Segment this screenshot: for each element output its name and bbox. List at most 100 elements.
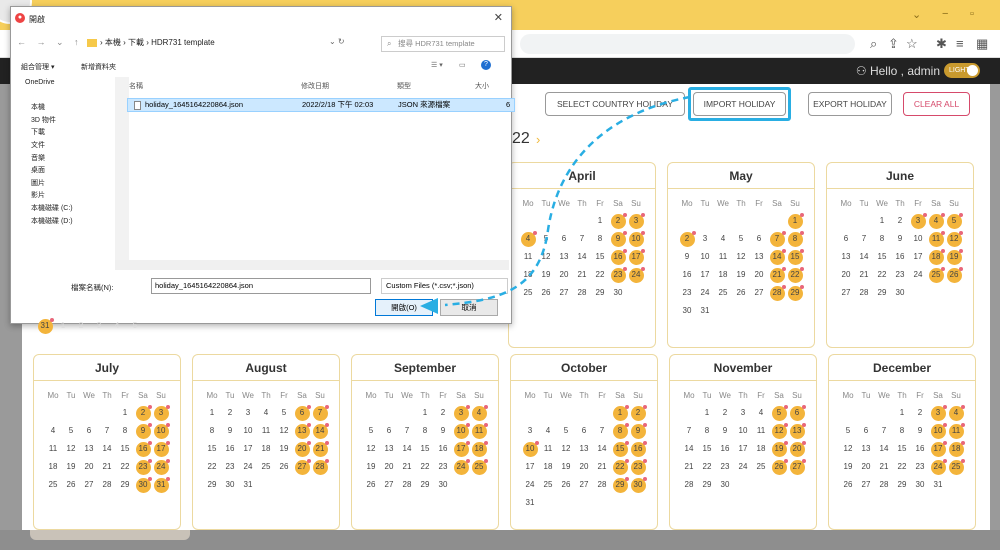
day[interactable]: 30 [678, 303, 696, 319]
day[interactable]: 26 [557, 477, 575, 493]
holiday-day[interactable]: 18 [927, 249, 945, 265]
day[interactable]: 19 [839, 459, 857, 475]
day[interactable]: 8 [873, 231, 891, 247]
nav-item[interactable]: 音樂 [11, 153, 115, 166]
day[interactable]: 19 [362, 459, 380, 475]
day[interactable]: 18 [752, 441, 770, 457]
day[interactable]: 4 [44, 423, 62, 439]
holiday-day[interactable]: 25 [470, 459, 488, 475]
day[interactable]: 17 [239, 441, 257, 457]
day[interactable]: 10 [239, 423, 257, 439]
holiday-day[interactable]: 10 [452, 423, 470, 439]
day[interactable]: 3 [239, 405, 257, 421]
day[interactable]: 5 [537, 231, 555, 247]
day[interactable]: 20 [837, 267, 855, 283]
day[interactable]: 12 [732, 249, 750, 265]
clear-all-button[interactable]: CLEAR ALL [903, 92, 970, 116]
day[interactable]: 13 [837, 249, 855, 265]
day[interactable]: 15 [416, 441, 434, 457]
day[interactable]: 21 [398, 459, 416, 475]
day[interactable]: 20 [575, 459, 593, 475]
day[interactable]: 12 [275, 423, 293, 439]
day[interactable]: 27 [380, 477, 398, 493]
holiday-day[interactable]: 10 [929, 423, 947, 439]
holiday-day[interactable]: 26 [770, 459, 788, 475]
holiday-day[interactable]: 13 [293, 423, 311, 439]
day[interactable]: 27 [857, 477, 875, 493]
day[interactable]: 6 [837, 231, 855, 247]
day[interactable]: 4 [257, 405, 275, 421]
day[interactable]: 21 [98, 459, 116, 475]
holiday-day[interactable]: 16 [134, 441, 152, 457]
day[interactable]: 16 [434, 441, 452, 457]
day[interactable]: 6 [380, 423, 398, 439]
day[interactable]: 29 [873, 285, 891, 301]
open-button[interactable]: 開啟(O) [375, 299, 433, 316]
day[interactable]: 13 [555, 249, 573, 265]
export-holiday-button[interactable]: EXPORT HOLIDAY [808, 92, 892, 116]
day[interactable]: 22 [116, 459, 134, 475]
day[interactable]: 29 [416, 477, 434, 493]
minimize-icon[interactable]: − [942, 8, 948, 20]
holiday-day[interactable]: 2 [134, 405, 152, 421]
holiday-day[interactable]: 9 [629, 423, 647, 439]
day[interactable]: 22 [893, 459, 911, 475]
day[interactable]: 13 [80, 441, 98, 457]
nav-item[interactable]: OneDrive [11, 77, 115, 90]
day[interactable]: 17 [521, 459, 539, 475]
day[interactable]: 11 [257, 423, 275, 439]
day[interactable]: 27 [750, 285, 768, 301]
search-input[interactable]: 搜尋 HDR731 template [381, 36, 505, 52]
holiday-day[interactable]: 22 [786, 267, 804, 283]
day[interactable]: 22 [591, 267, 609, 283]
day[interactable]: 7 [573, 231, 591, 247]
day[interactable]: 25 [752, 459, 770, 475]
day[interactable]: 28 [573, 285, 591, 301]
holiday-day[interactable]: 1 [786, 213, 804, 229]
breadcrumb[interactable]: › 本機 › 下載 › HDR731 template [87, 37, 215, 48]
holiday-day[interactable]: 4 [470, 405, 488, 421]
col-type[interactable]: 類型 [397, 81, 411, 91]
holiday-day[interactable]: 28 [311, 459, 329, 475]
day[interactable]: 23 [434, 459, 452, 475]
day[interactable]: 7 [875, 423, 893, 439]
holiday-day[interactable]: 15 [786, 249, 804, 265]
day[interactable]: 29 [116, 477, 134, 493]
day[interactable]: 12 [62, 441, 80, 457]
day[interactable]: 19 [557, 459, 575, 475]
holiday-day[interactable]: 17 [627, 249, 645, 265]
day[interactable]: 20 [380, 459, 398, 475]
holiday-day[interactable]: 24 [929, 459, 947, 475]
fold-icon[interactable]: ⌄ [912, 8, 921, 21]
cancel-button[interactable]: 取消 [440, 299, 498, 316]
holiday-day[interactable]: 27 [788, 459, 806, 475]
day[interactable]: 7 [98, 423, 116, 439]
day[interactable]: 1 [893, 405, 911, 421]
holiday-day[interactable]: 3 [152, 405, 170, 421]
col-name[interactable]: 名稱 [129, 81, 143, 91]
day[interactable]: 22 [203, 459, 221, 475]
holiday-day[interactable]: 24 [627, 267, 645, 283]
day[interactable]: 3 [90, 318, 108, 334]
day[interactable]: 15 [116, 441, 134, 457]
day[interactable]: 2 [716, 405, 734, 421]
day[interactable]: 10 [696, 249, 714, 265]
holiday-day[interactable]: 8 [611, 423, 629, 439]
holiday-day[interactable]: 24 [452, 459, 470, 475]
close-icon[interactable]: ✕ [494, 11, 503, 24]
holiday-day[interactable]: 11 [947, 423, 965, 439]
holiday-day[interactable]: 19 [945, 249, 963, 265]
select-country-holiday-button[interactable]: SELECT COUNTRY HOLIDAY [545, 92, 685, 116]
file-row[interactable]: holiday_1645164220864.json 2022/2/18 下午 … [127, 98, 515, 112]
day[interactable]: 24 [521, 477, 539, 493]
day[interactable]: 1 [873, 213, 891, 229]
day[interactable]: 23 [678, 285, 696, 301]
holiday-day[interactable]: 22 [611, 459, 629, 475]
day[interactable]: 5 [62, 423, 80, 439]
holiday-day[interactable]: 25 [927, 267, 945, 283]
day[interactable]: 16 [678, 267, 696, 283]
holiday-day[interactable]: 10 [152, 423, 170, 439]
day[interactable]: 17 [909, 249, 927, 265]
holiday-day[interactable]: 18 [947, 441, 965, 457]
holiday-day[interactable]: 21 [311, 441, 329, 457]
